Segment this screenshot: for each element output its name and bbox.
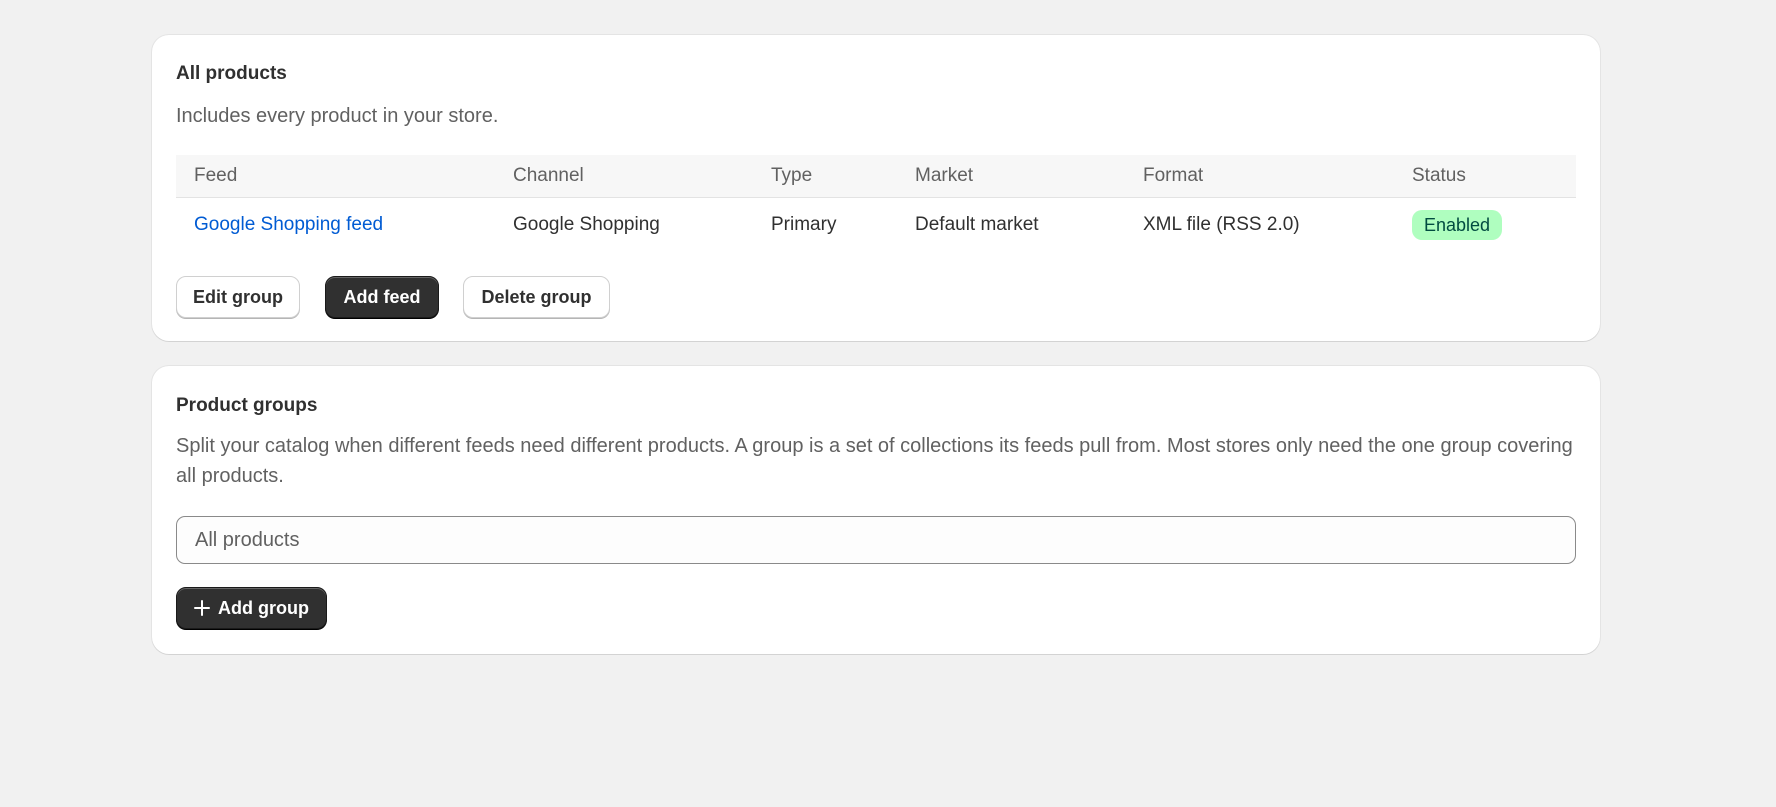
- card-title: All products: [176, 63, 287, 84]
- status-badge: Enabled: [1412, 209, 1503, 240]
- all-products-card: All products Includes every product in y…: [152, 35, 1600, 341]
- cell-status: Enabled: [1394, 198, 1576, 252]
- column-header-type: Type: [753, 155, 897, 198]
- product-groups-card: Product groups Split your catalog when d…: [152, 366, 1600, 654]
- column-header-status: Status: [1394, 155, 1576, 198]
- edit-group-button[interactable]: Edit group: [176, 276, 300, 318]
- add-feed-button[interactable]: Add feed: [325, 276, 439, 318]
- card-title: Product groups: [176, 395, 318, 416]
- column-header-market: Market: [897, 155, 1125, 198]
- cell-market: Default market: [915, 213, 1039, 235]
- delete-group-button[interactable]: Delete group: [463, 276, 610, 318]
- cell-type: Primary: [771, 213, 837, 235]
- feed-link[interactable]: Google Shopping feed: [194, 214, 383, 235]
- card-description: Split your catalog when different feeds …: [176, 435, 1573, 487]
- feeds-table: Feed Channel Type Market Format Status G…: [176, 155, 1576, 251]
- column-header-format: Format: [1125, 155, 1394, 198]
- table-row: Google Shopping feed Google Shopping Pri…: [176, 198, 1576, 252]
- add-group-button[interactable]: Add group: [176, 587, 327, 629]
- cell-feed: Google Shopping feed: [176, 198, 495, 252]
- card-description: Includes every product in your store.: [176, 105, 499, 127]
- add-group-label: Add group: [218, 597, 309, 618]
- cell-format: XML file (RSS 2.0): [1143, 213, 1300, 235]
- cell-channel: Google Shopping: [513, 213, 660, 235]
- column-header-feed: Feed: [176, 155, 495, 198]
- group-select-field[interactable]: [176, 516, 1576, 564]
- plus-icon: [194, 600, 210, 616]
- column-header-channel: Channel: [495, 155, 753, 198]
- table-header-row: Feed Channel Type Market Format Status: [176, 155, 1576, 198]
